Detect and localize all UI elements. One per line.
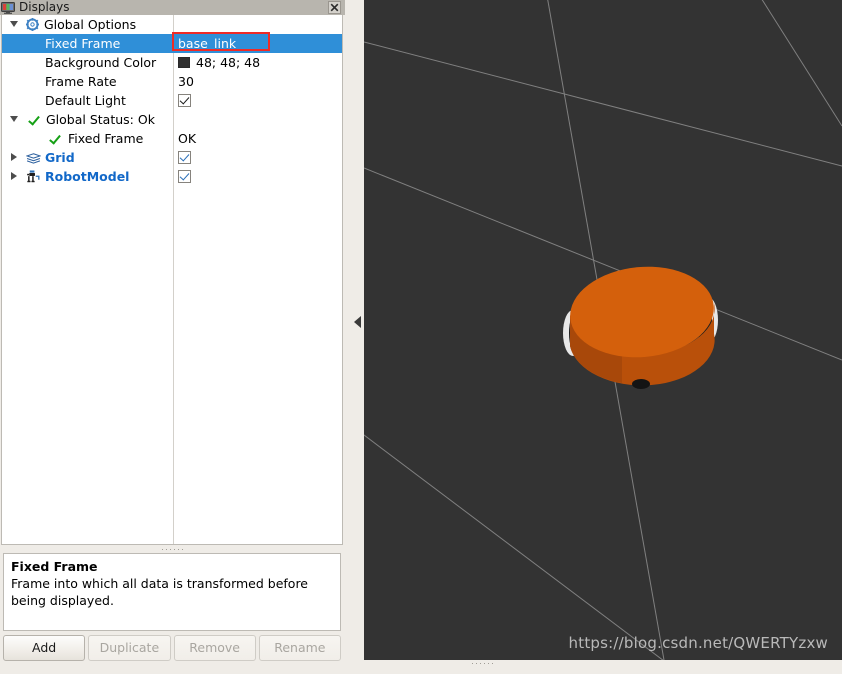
splitter-grip: [348, 311, 351, 334]
tree-row-label: Fixed Frame: [68, 131, 144, 146]
chevron-left-icon[interactable]: [354, 316, 361, 328]
tree-row-global-status[interactable]: Global Status: Ok: [2, 110, 342, 129]
add-button[interactable]: Add: [3, 635, 86, 661]
description-title: Fixed Frame: [11, 559, 98, 574]
tree-row-status-fixed-frame[interactable]: Fixed Frame OK: [2, 129, 342, 148]
description-body: Frame into which all data is transformed…: [11, 576, 308, 608]
tree-row-label: Default Light: [45, 93, 126, 108]
tree-row-label: Fixed Frame: [45, 36, 121, 51]
robot-icon: [26, 170, 41, 187]
viewport-scene: [364, 0, 842, 660]
viewport-bottom-strip: [364, 660, 842, 674]
displays-panel-titlebar: Displays: [0, 0, 345, 15]
horizontal-splitter[interactable]: [1, 546, 343, 553]
displays-tree[interactable]: Global Options Fixed Frame base_link Bac…: [1, 15, 343, 545]
expander-open-icon[interactable]: [10, 21, 18, 27]
color-swatch[interactable]: [178, 57, 190, 68]
expander-closed-icon[interactable]: [11, 172, 17, 180]
tree-row-fixed-frame[interactable]: Fixed Frame base_link: [2, 34, 342, 53]
grid-layers-icon: [25, 153, 42, 167]
tree-row-global-options[interactable]: Global Options: [2, 15, 342, 34]
rename-button: Rename: [258, 635, 341, 661]
tree-row-grid[interactable]: Grid: [2, 148, 342, 167]
close-icon[interactable]: [328, 1, 341, 14]
expander-closed-icon[interactable]: [11, 153, 17, 161]
tree-row-value: OK: [178, 131, 197, 146]
tree-row-label: RobotModel: [45, 169, 130, 184]
description-panel: Fixed Frame Frame into which all data is…: [3, 553, 341, 631]
displays-panel: Displays Global Options Fixed Frame base…: [0, 0, 345, 674]
displays-button-row: Add Duplicate Remove Rename: [3, 635, 341, 661]
tree-row-background-color[interactable]: Background Color 48; 48; 48: [2, 53, 342, 72]
vertical-splitter[interactable]: [345, 0, 364, 674]
tree-row-label: Global Options: [44, 17, 137, 32]
green-check-icon: [28, 114, 39, 125]
tree-row-robot-model[interactable]: RobotModel: [2, 167, 342, 187]
monitor-icon: [1, 1, 15, 14]
tree-row-value[interactable]: 30: [178, 72, 194, 91]
tree-row-label: Grid: [45, 150, 75, 165]
tree-row-label: Background Color: [45, 55, 157, 70]
tree-row-value: 48; 48; 48: [196, 55, 261, 70]
robot-model-visibility-checkbox[interactable]: [178, 170, 191, 183]
viewport-bottom-grip[interactable]: [470, 663, 494, 664]
remove-button: Remove: [173, 635, 256, 661]
tree-row-value-fixed-frame[interactable]: base_link: [178, 34, 236, 53]
default-light-checkbox[interactable]: [178, 94, 191, 107]
tree-row-label: Frame Rate: [45, 74, 117, 89]
expander-open-icon[interactable]: [10, 116, 18, 122]
render-viewport-3d[interactable]: https://blog.csdn.net/QWERTYzxw: [364, 0, 842, 660]
duplicate-button: Duplicate: [88, 635, 171, 661]
gear-icon: [26, 18, 39, 34]
tree-row-default-light[interactable]: Default Light: [2, 91, 342, 110]
grid-visibility-checkbox[interactable]: [178, 151, 191, 164]
tree-row-label: Global Status: Ok: [46, 112, 155, 127]
green-check-icon: [49, 133, 60, 144]
watermark-text: https://blog.csdn.net/QWERTYzxw: [568, 634, 828, 652]
displays-panel-title: Displays: [19, 0, 70, 14]
tree-row-frame-rate[interactable]: Frame Rate 30: [2, 72, 342, 91]
caster-wheel: [632, 379, 650, 389]
